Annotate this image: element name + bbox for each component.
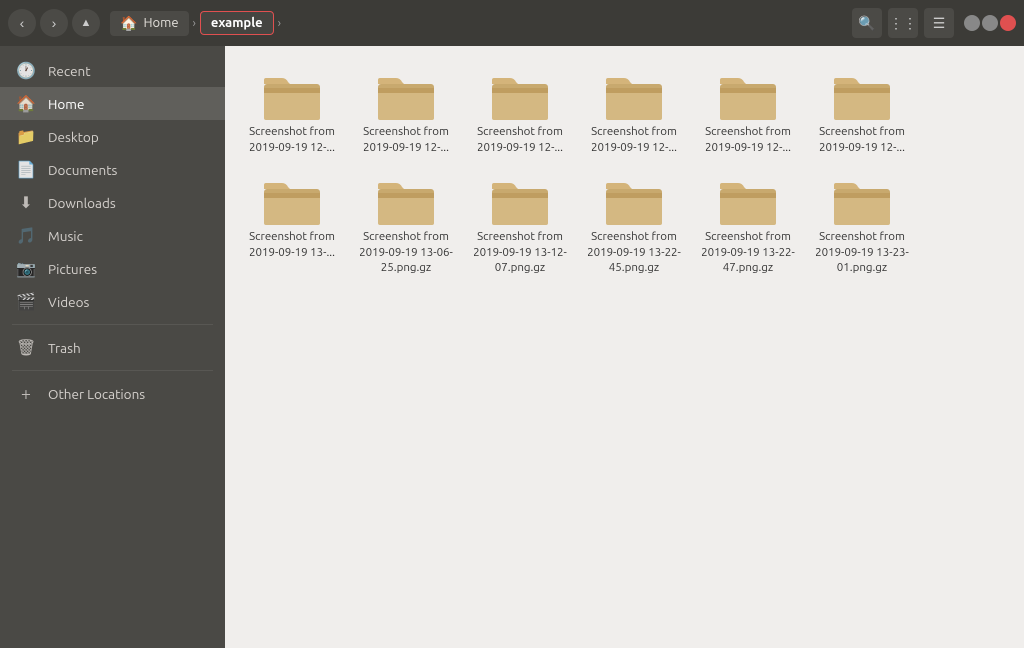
folder-icon <box>716 175 780 229</box>
file-item[interactable]: Screenshot from 2019-09-19 13-22-45.png.… <box>579 167 689 284</box>
file-name-label: Screenshot from 2019-09-19 12-... <box>357 124 455 155</box>
file-name-label: Screenshot from 2019-09-19 12-... <box>243 124 341 155</box>
view-list-icon: ⋮⋮ <box>889 15 917 32</box>
close-button[interactable] <box>1000 15 1016 31</box>
file-item[interactable]: Screenshot from 2019-09-19 13-22-47.png.… <box>693 167 803 284</box>
desktop-icon: 📁 <box>16 127 36 146</box>
file-name-label: Screenshot from 2019-09-19 12-... <box>585 124 683 155</box>
menu-icon: ☰ <box>933 15 946 32</box>
titlebar-actions: 🔍 ⋮⋮ ☰ <box>852 8 954 38</box>
sidebar-item-other-locations[interactable]: + Other Locations <box>0 377 225 411</box>
breadcrumb-end-arrow: › <box>278 17 281 30</box>
file-area: Screenshot from 2019-09-19 12-... Screens… <box>225 46 1024 648</box>
file-item[interactable]: Screenshot from 2019-09-19 12-... <box>579 62 689 163</box>
folder-icon <box>830 175 894 229</box>
breadcrumb-current[interactable]: example <box>200 11 274 35</box>
maximize-button[interactable] <box>982 15 998 31</box>
sidebar-item-downloads[interactable]: ⬇ Downloads <box>0 186 225 219</box>
trash-icon: 🗑 <box>16 338 36 357</box>
folder-icon <box>374 70 438 124</box>
file-name-label: Screenshot from 2019-09-19 13-22-47.png.… <box>699 229 797 276</box>
folder-icon <box>488 175 552 229</box>
videos-icon: 🎬 <box>16 292 36 311</box>
sidebar-label-recent: Recent <box>48 63 91 79</box>
sidebar-label-desktop: Desktop <box>48 129 99 145</box>
breadcrumb-current-label: example <box>211 16 263 30</box>
pictures-icon: 📷 <box>16 259 36 278</box>
sidebar-separator <box>12 324 213 325</box>
file-item[interactable]: Screenshot from 2019-09-19 12-... <box>465 62 575 163</box>
file-name-label: Screenshot from 2019-09-19 13-... <box>243 229 341 260</box>
file-name-label: Screenshot from 2019-09-19 13-23-01.png.… <box>813 229 911 276</box>
folder-icon <box>830 70 894 124</box>
back-button[interactable]: ‹ <box>8 9 36 37</box>
folder-icon <box>488 70 552 124</box>
minimize-button[interactable] <box>964 15 980 31</box>
home-sidebar-icon: 🏠 <box>16 94 36 113</box>
menu-button[interactable]: ☰ <box>924 8 954 38</box>
downloads-icon: ⬇ <box>16 193 36 212</box>
sidebar-item-trash[interactable]: 🗑 Trash <box>0 331 225 364</box>
file-item[interactable]: Screenshot from 2019-09-19 13-... <box>237 167 347 284</box>
file-name-label: Screenshot from 2019-09-19 13-22-45.png.… <box>585 229 683 276</box>
sidebar-label-downloads: Downloads <box>48 195 116 211</box>
sidebar-item-pictures[interactable]: 📷 Pictures <box>0 252 225 285</box>
file-name-label: Screenshot from 2019-09-19 12-... <box>813 124 911 155</box>
folder-icon <box>260 175 324 229</box>
file-item[interactable]: Screenshot from 2019-09-19 12-... <box>351 62 461 163</box>
file-item[interactable]: Screenshot from 2019-09-19 13-12-07.png.… <box>465 167 575 284</box>
sidebar-item-videos[interactable]: 🎬 Videos <box>0 285 225 318</box>
file-item[interactable]: Screenshot from 2019-09-19 13-23-01.png.… <box>807 167 917 284</box>
home-icon: 🏠 <box>120 15 137 32</box>
search-button[interactable]: 🔍 <box>852 8 882 38</box>
sidebar-label-trash: Trash <box>48 340 81 356</box>
sidebar-item-music[interactable]: 🎵 Music <box>0 219 225 252</box>
breadcrumb: 🏠 Home › example › <box>110 11 842 36</box>
sidebar-label-pictures: Pictures <box>48 261 97 277</box>
file-grid: Screenshot from 2019-09-19 12-... Screens… <box>237 62 1012 284</box>
sidebar-label-music: Music <box>48 228 83 244</box>
documents-icon: 📄 <box>16 160 36 179</box>
breadcrumb-home-label: Home <box>143 16 178 30</box>
search-icon: 🔍 <box>858 15 875 32</box>
view-toggle-button[interactable]: ⋮⋮ <box>888 8 918 38</box>
breadcrumb-separator: › <box>193 17 196 30</box>
up-button[interactable]: ▲ <box>72 9 100 37</box>
folder-icon <box>260 70 324 124</box>
file-item[interactable]: Screenshot from 2019-09-19 12-... <box>807 62 917 163</box>
sidebar-item-documents[interactable]: 📄 Documents <box>0 153 225 186</box>
file-item[interactable]: Screenshot from 2019-09-19 13-06-25.png.… <box>351 167 461 284</box>
sidebar-label-videos: Videos <box>48 294 89 310</box>
sidebar-item-home[interactable]: 🏠 Home <box>0 87 225 120</box>
folder-icon <box>716 70 780 124</box>
titlebar: ‹ › ▲ 🏠 Home › example › 🔍 ⋮⋮ ☰ <box>0 0 1024 46</box>
file-item[interactable]: Screenshot from 2019-09-19 12-... <box>237 62 347 163</box>
sidebar-separator-2 <box>12 370 213 371</box>
file-item[interactable]: Screenshot from 2019-09-19 12-... <box>693 62 803 163</box>
window-controls <box>964 15 1016 31</box>
folder-icon <box>374 175 438 229</box>
folder-icon <box>602 175 666 229</box>
file-name-label: Screenshot from 2019-09-19 12-... <box>699 124 797 155</box>
breadcrumb-home[interactable]: 🏠 Home <box>110 11 189 36</box>
recent-icon: 🕐 <box>16 61 36 80</box>
sidebar-item-recent[interactable]: 🕐 Recent <box>0 54 225 87</box>
other-locations-icon: + <box>16 384 36 404</box>
sidebar: 🕐 Recent 🏠 Home 📁 Desktop 📄 Documents ⬇ … <box>0 46 225 648</box>
file-name-label: Screenshot from 2019-09-19 13-06-25.png.… <box>357 229 455 276</box>
main-area: 🕐 Recent 🏠 Home 📁 Desktop 📄 Documents ⬇ … <box>0 46 1024 648</box>
sidebar-label-home: Home <box>48 96 84 112</box>
music-icon: 🎵 <box>16 226 36 245</box>
sidebar-item-desktop[interactable]: 📁 Desktop <box>0 120 225 153</box>
sidebar-label-documents: Documents <box>48 162 117 178</box>
sidebar-label-other: Other Locations <box>48 386 145 402</box>
folder-icon <box>602 70 666 124</box>
forward-button[interactable]: › <box>40 9 68 37</box>
file-name-label: Screenshot from 2019-09-19 12-... <box>471 124 569 155</box>
file-name-label: Screenshot from 2019-09-19 13-12-07.png.… <box>471 229 569 276</box>
